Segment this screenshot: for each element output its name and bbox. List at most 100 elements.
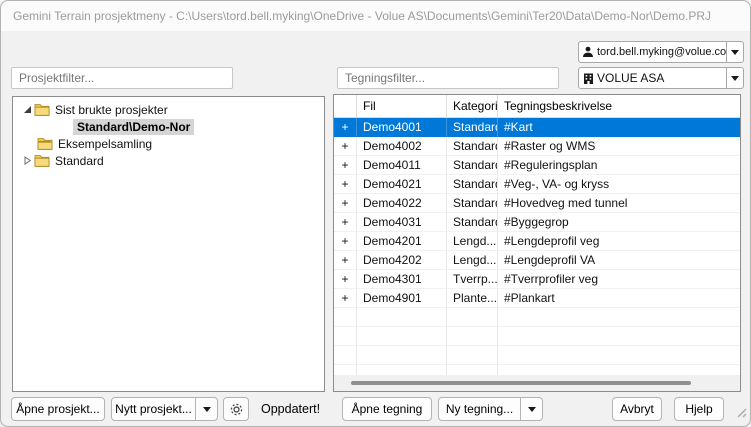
- cell-fil: Demo4201: [357, 232, 447, 251]
- cell-fil: Demo4031: [357, 213, 447, 232]
- chevron-down-icon: [203, 407, 211, 412]
- status-label: Oppdatert!: [261, 397, 320, 421]
- chevron-down-icon: [731, 50, 739, 55]
- table-row[interactable]: + Demo4201 Lengd... #Lengdeprofil veg: [334, 232, 740, 251]
- row-expand-button[interactable]: +: [334, 194, 357, 213]
- new-project-dropdown-arrow[interactable]: [195, 398, 217, 420]
- empty-row: [334, 327, 740, 346]
- user-icon: [579, 46, 597, 58]
- cell-fil: Demo4002: [357, 137, 447, 156]
- cell-fil: Demo4022: [357, 194, 447, 213]
- window-title: Gemini Terrain prosjektmeny - C:\Users\t…: [13, 9, 711, 23]
- cell-beskrivelse: #Byggegrop: [498, 213, 740, 232]
- organization-name: VOLUE ASA: [597, 71, 726, 85]
- cell-kategori: Tverrp...: [447, 270, 498, 289]
- folder-icon: [34, 154, 50, 167]
- open-drawing-button[interactable]: Åpne tegning: [342, 397, 432, 421]
- settings-button[interactable]: [223, 397, 249, 421]
- row-expand-button[interactable]: +: [334, 175, 357, 194]
- empty-row: [334, 308, 740, 327]
- new-drawing-label[interactable]: Ny tegning...: [439, 398, 520, 420]
- table-row[interactable]: + Demo4002 Standard #Raster og WMS: [334, 137, 740, 156]
- cell-beskrivelse: #Lengdeprofil VA: [498, 251, 740, 270]
- help-button[interactable]: Hjelp: [674, 397, 724, 421]
- cell-fil: Demo4301: [357, 270, 447, 289]
- building-icon: [579, 73, 597, 84]
- resize-grip[interactable]: [733, 404, 747, 423]
- cell-fil: Demo4901: [357, 289, 447, 308]
- row-expand-button[interactable]: +: [334, 251, 357, 270]
- table-row[interactable]: + Demo4301 Tverrp... #Tverrprofiler veg: [334, 270, 740, 289]
- row-expand-button[interactable]: +: [334, 270, 357, 289]
- drawing-filter-input[interactable]: [337, 67, 559, 89]
- cancel-button[interactable]: Avbryt: [612, 397, 662, 421]
- organization-dropdown[interactable]: VOLUE ASA: [578, 67, 744, 89]
- folder-icon: [34, 103, 50, 116]
- cell-beskrivelse: #Hovedveg med tunnel: [498, 194, 740, 213]
- cell-beskrivelse: #Lengdeprofil veg: [498, 232, 740, 251]
- header-fil[interactable]: Fil: [357, 95, 447, 117]
- cell-kategori: Standard: [447, 213, 498, 232]
- new-drawing-split-button[interactable]: Ny tegning...: [438, 397, 543, 421]
- project-filter-input[interactable]: [11, 67, 233, 89]
- scrollbar-thumb[interactable]: [351, 381, 691, 385]
- cell-beskrivelse: #Reguleringsplan: [498, 156, 740, 175]
- table-row[interactable]: + Demo4011 Standard #Reguleringsplan: [334, 156, 740, 175]
- chevron-down-icon: [528, 407, 536, 412]
- table-header: Fil Kategori Tegningsbeskrivelse: [334, 95, 740, 118]
- open-project-button[interactable]: Åpne prosjekt...: [11, 397, 105, 421]
- cell-kategori: Standard: [447, 137, 498, 156]
- tree-item-examples[interactable]: Eksempelsamling: [13, 135, 324, 152]
- account-email: tord.bell.myking@volue.co: [597, 46, 726, 58]
- row-expand-button[interactable]: +: [334, 137, 357, 156]
- new-drawing-dropdown-arrow[interactable]: [520, 398, 542, 420]
- account-dropdown-arrow[interactable]: [726, 42, 743, 62]
- cell-beskrivelse: #Raster og WMS: [498, 137, 740, 156]
- cell-fil: Demo4001: [357, 118, 447, 137]
- cell-beskrivelse: #Plankart: [498, 289, 740, 308]
- cell-beskrivelse: #Tverrprofiler veg: [498, 270, 740, 289]
- table-row[interactable]: + Demo4901 Plante... #Plankart: [334, 289, 740, 308]
- tree-item-current-project[interactable]: Standard\Demo-Nor: [13, 118, 324, 135]
- selected-project-label[interactable]: Standard\Demo-Nor: [73, 119, 194, 135]
- new-project-label[interactable]: Nytt prosjekt...: [112, 398, 195, 420]
- row-expand-button[interactable]: +: [334, 213, 357, 232]
- tree-item-label: Standard: [55, 154, 104, 168]
- cell-beskrivelse: #Veg-, VA- og kryss: [498, 175, 740, 194]
- cell-beskrivelse: #Kart: [498, 118, 740, 137]
- title-bar: Gemini Terrain prosjektmeny - C:\Users\t…: [1, 1, 750, 31]
- account-dropdown[interactable]: tord.bell.myking@volue.co: [578, 41, 744, 63]
- tree-item-recent-projects[interactable]: Sist brukte prosjekter: [13, 101, 324, 118]
- table-row[interactable]: + Demo4001 Standard #Kart: [334, 118, 740, 137]
- table-row[interactable]: + Demo4022 Standard #Hovedveg med tunnel: [334, 194, 740, 213]
- cell-kategori: Standard: [447, 118, 498, 137]
- new-project-split-button[interactable]: Nytt prosjekt...: [111, 397, 218, 421]
- folder-special-icon: [37, 137, 53, 150]
- empty-row: [334, 365, 740, 375]
- table-row[interactable]: + Demo4202 Lengd... #Lengdeprofil VA: [334, 251, 740, 270]
- tree-item-label: Sist brukte prosjekter: [55, 103, 168, 117]
- cell-fil: Demo4011: [357, 156, 447, 175]
- table-row[interactable]: + Demo4021 Standard #Veg-, VA- og kryss: [334, 175, 740, 194]
- dialog-window: Gemini Terrain prosjektmeny - C:\Users\t…: [0, 0, 751, 427]
- cell-fil: Demo4202: [357, 251, 447, 270]
- header-beskrivelse[interactable]: Tegningsbeskrivelse: [498, 95, 740, 117]
- organization-dropdown-arrow[interactable]: [726, 68, 743, 88]
- tree-item-standard[interactable]: Standard: [13, 152, 324, 169]
- table-row[interactable]: + Demo4031 Standard #Byggegrop: [334, 213, 740, 232]
- row-expand-button[interactable]: +: [334, 156, 357, 175]
- cell-fil: Demo4021: [357, 175, 447, 194]
- row-expand-button[interactable]: +: [334, 232, 357, 251]
- header-kategori[interactable]: Kategori: [447, 95, 498, 117]
- collapsed-arrow-icon[interactable]: [21, 156, 34, 165]
- horizontal-scrollbar[interactable]: [334, 375, 740, 391]
- row-expand-button[interactable]: +: [334, 118, 357, 137]
- empty-row: [334, 346, 740, 365]
- tree-item-label: Eksempelsamling: [58, 137, 152, 151]
- cell-kategori: Lengd...: [447, 232, 498, 251]
- cell-kategori: Plante...: [447, 289, 498, 308]
- drawings-table: Fil Kategori Tegningsbeskrivelse + Demo4…: [333, 94, 741, 392]
- expanded-arrow-icon[interactable]: [21, 105, 34, 114]
- row-expand-button[interactable]: +: [334, 289, 357, 308]
- cell-kategori: Standard: [447, 156, 498, 175]
